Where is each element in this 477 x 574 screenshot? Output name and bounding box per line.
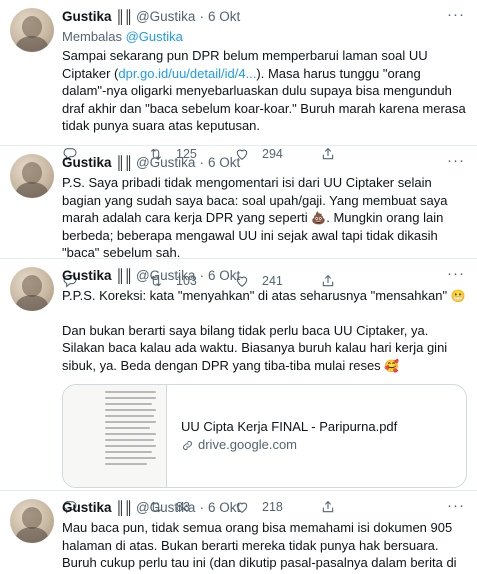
avatar[interactable] [10,499,54,543]
user-name-emoji: ║║ [115,500,133,515]
tweet-paragraph: Dan bukan berarti saya bilang tidak perl… [62,322,467,375]
reply-context: Membalas @Gustika [62,28,467,45]
pdf-thumbnail [63,385,167,487]
user-name[interactable]: Gustika [62,154,112,172]
link-icon [183,440,192,450]
card-title: UU Cipta Kerja FINAL - Paripurna.pdf [181,419,398,434]
tweet-timestamp[interactable]: 6 Okt [208,267,240,285]
separator-dot: · [199,268,204,283]
user-handle[interactable]: @Gustika [136,267,195,285]
tweet-text: Sampai sekarang pun DPR belum memperbaru… [62,47,467,135]
card-domain-text: drive.google.com [198,437,297,452]
user-name[interactable]: Gustika [62,499,112,517]
user-name-emoji: ║║ [115,268,133,283]
tweet-text: Mau baca pun, tidak semua orang bisa mem… [62,519,467,574]
card-domain: drive.google.com [181,436,397,454]
poop-emoji: 💩 [311,211,327,225]
dpr-link[interactable]: dpr.go.id/uu/detail/id/4... [118,66,256,81]
separator-dot: · [199,500,204,515]
more-options-icon[interactable]: ··· [447,152,465,169]
user-name-emoji: ║║ [115,9,133,24]
more-options-icon[interactable]: ··· [447,6,465,23]
tweet[interactable]: ··· Gustika ║║ @Gustika · 6 Okt P.P.S. K… [0,259,477,514]
smiling-hearts-emoji: 🥰 [384,358,400,373]
reply-prefix: Membalas [62,29,126,44]
reply-handle-link[interactable]: @Gustika [126,29,183,44]
tweet-timestamp[interactable]: 6 Okt [208,499,240,517]
user-handle[interactable]: @Gustika [136,499,195,517]
tweet-text: P.P.S. Koreksi: kata "menyahkan" di atas… [62,287,467,374]
tweet-header: Gustika ║║ @Gustika · 6 Okt [62,499,467,517]
link-card[interactable]: UU Cipta Kerja FINAL - Paripurna.pdf dri… [62,384,467,488]
user-handle[interactable]: @Gustika [136,8,195,26]
tweet-paragraph: P.P.S. Koreksi: kata "menyahkan" di atas… [62,287,467,305]
tweet[interactable]: ··· Gustika ║║ @Gustika · 6 Okt P.S. Say… [0,146,477,288]
tweet-text-part: Mau baca pun, tidak semua orang bisa mem… [62,520,457,574]
separator-dot: · [199,9,204,24]
tweet-header: Gustika ║║ @Gustika · 6 Okt [62,267,467,285]
tweet[interactable]: ··· Gustika ║║ @Gustika · 6 Okt Membalas… [0,0,477,161]
user-handle[interactable]: @Gustika [136,154,195,172]
tweet-timestamp[interactable]: 6 Okt [208,8,240,26]
grimace-emoji: 😬 [450,289,466,303]
user-name-emoji: ║║ [115,155,133,170]
avatar[interactable] [10,267,54,311]
tweet[interactable]: ··· Gustika ║║ @Gustika · 6 Okt Mau baca… [0,491,477,574]
tweet-timestamp[interactable]: 6 Okt [208,154,240,172]
tweet-header: Gustika ║║ @Gustika · 6 Okt [62,154,467,172]
card-body: UU Cipta Kerja FINAL - Paripurna.pdf dri… [167,385,411,487]
tweet-text-part: P.P.S. Koreksi: kata "menyahkan" di atas… [62,288,451,303]
separator-dot: · [199,155,204,170]
more-options-icon[interactable]: ··· [447,497,465,514]
tweet-text: P.S. Saya pribadi tidak mengomentari isi… [62,174,467,262]
user-name[interactable]: Gustika [62,267,112,285]
more-options-icon[interactable]: ··· [447,265,465,282]
tweet-header: Gustika ║║ @Gustika · 6 Okt [62,8,467,26]
avatar[interactable] [10,154,54,198]
avatar[interactable] [10,8,54,52]
user-name[interactable]: Gustika [62,8,112,26]
